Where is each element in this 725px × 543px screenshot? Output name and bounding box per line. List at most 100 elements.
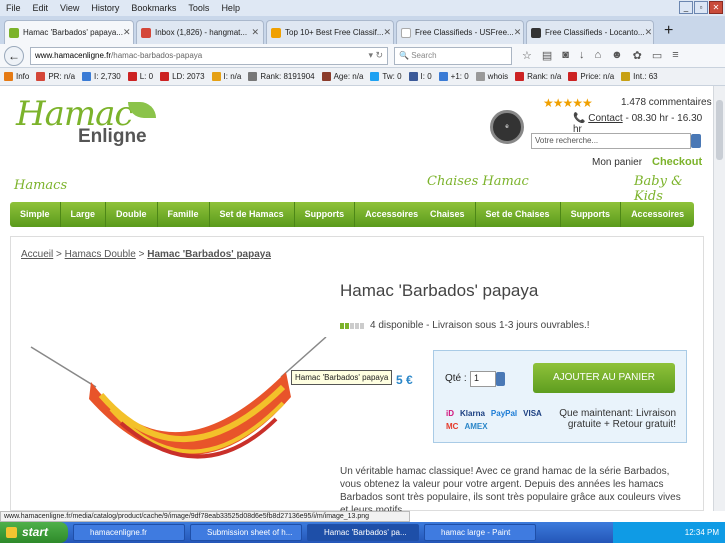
maximize-icon[interactable]: ▫ xyxy=(694,1,708,14)
minimize-icon[interactable]: _ xyxy=(679,1,693,14)
nav-supports-chaises[interactable]: Supports xyxy=(561,202,622,227)
menu-bookmarks[interactable]: Bookmarks xyxy=(125,3,182,13)
task-submission[interactable]: Submission sheet of h... xyxy=(190,524,302,541)
addon-item[interactable]: I: 2,730 xyxy=(82,72,121,81)
nav-chaises-item[interactable]: Chaises xyxy=(420,202,476,227)
nav-simple[interactable]: Simple xyxy=(10,202,61,227)
breadcrumb-home[interactable]: Accueil xyxy=(21,249,53,260)
quantity-spinner-icon[interactable] xyxy=(496,372,505,386)
task-firefox[interactable]: Hamac 'Barbados' pa... xyxy=(307,524,419,541)
addon-item[interactable]: Info xyxy=(4,72,29,81)
nav-large[interactable]: Large xyxy=(61,202,107,227)
addon-item[interactable]: Tw: 0 xyxy=(370,72,402,81)
quantity-input[interactable]: 1 xyxy=(470,371,496,387)
close-tab-icon[interactable]: ✕ xyxy=(645,27,653,38)
payment-logos: iD Klarna PayPal VISA MC AMEX xyxy=(444,408,544,432)
menu-help[interactable]: Help xyxy=(215,3,246,13)
chat-icon[interactable]: ☻ xyxy=(611,49,623,62)
menu-view[interactable]: View xyxy=(54,3,85,13)
nav-set-hamacs[interactable]: Set de Hamacs xyxy=(210,202,295,227)
addon-item[interactable]: Rank: n/a xyxy=(515,72,561,81)
tab-usfree[interactable]: Free Classifieds - USFree... ✕ xyxy=(396,20,524,44)
addon-item[interactable]: I: 0 xyxy=(408,72,432,81)
product-image[interactable] xyxy=(21,337,331,467)
close-tab-icon[interactable]: ✕ xyxy=(384,27,392,38)
addon-label: Info xyxy=(16,72,30,81)
pocket-icon[interactable]: ◙ xyxy=(562,49,569,62)
addon-item[interactable]: whois xyxy=(475,72,509,81)
search-submit-icon[interactable] xyxy=(691,134,701,148)
addon-item[interactable]: Rank: 8191904 xyxy=(248,72,315,81)
addon-item[interactable]: L: 0 xyxy=(127,72,154,81)
checkout-link[interactable]: Checkout xyxy=(652,156,702,168)
addon-item[interactable]: Age: n/a xyxy=(321,72,363,81)
tab-label: Free Classifieds - USFree... xyxy=(415,28,514,37)
menu-icon[interactable]: ≡ xyxy=(672,49,678,62)
tab-gmail[interactable]: Inbox (1,826) - hangmat... ✕ xyxy=(136,20,264,44)
download-icon[interactable]: ↓ xyxy=(579,49,585,62)
clock[interactable]: 12:34 PM xyxy=(685,528,719,537)
addon-label: L: 0 xyxy=(139,72,154,81)
sidebar-icon[interactable]: ▭ xyxy=(652,49,662,62)
nav-supports[interactable]: Supports xyxy=(295,202,356,227)
menu-history[interactable]: History xyxy=(85,3,125,13)
nav-double[interactable]: Double xyxy=(106,202,158,227)
gear-icon[interactable]: ✿ xyxy=(633,49,642,62)
quantity-label: Qté : xyxy=(445,373,467,384)
breadcrumb-current: Hamac 'Barbados' papaya xyxy=(147,249,271,260)
addon-label: Price: n/a xyxy=(580,72,615,81)
star-icon[interactable]: ☆ xyxy=(522,49,532,62)
stock-text: 4 disponible - Livraison sous 1-3 jours … xyxy=(370,320,590,331)
stock-bar xyxy=(360,322,364,329)
reload-icon[interactable]: ▾ ↻ xyxy=(368,50,383,61)
url-bar[interactable]: www.hamacenligne.fr/hamac-barbados-papay… xyxy=(30,46,388,65)
addon-item[interactable]: PR: n/a xyxy=(36,72,75,81)
close-tab-icon[interactable]: ✕ xyxy=(514,27,522,38)
addon-item[interactable]: LD: 2073 xyxy=(160,72,205,81)
contact-link[interactable]: Contact xyxy=(588,113,622,124)
nav-accessoires[interactable]: Accessoires xyxy=(355,202,428,227)
search-input[interactable]: 🔍 Search xyxy=(394,46,512,65)
reading-list-icon[interactable]: ▤ xyxy=(542,49,552,62)
addon-item[interactable]: Price: n/a xyxy=(568,72,614,81)
menu-file[interactable]: File xyxy=(0,3,27,13)
comments-count[interactable]: 1.478 commentaires xyxy=(621,97,712,108)
start-button[interactable]: start xyxy=(0,522,68,543)
back-arrow-icon[interactable]: ← xyxy=(4,45,24,66)
menu-bar: File Edit View History Bookmarks Tools H… xyxy=(0,0,725,16)
section-baby[interactable]: Baby & Kids xyxy=(634,174,713,204)
scrollbar[interactable] xyxy=(713,86,725,511)
url-path: /hamac-barbados-papaya xyxy=(111,51,203,60)
logo-enligne[interactable]: Enligne xyxy=(78,126,147,148)
nav-accessoires-chaises[interactable]: Accessoires xyxy=(621,202,694,227)
section-hamacs[interactable]: Hamacs xyxy=(14,178,67,193)
klarna-icon: Klarna xyxy=(460,409,485,418)
menu-edit[interactable]: Edit xyxy=(27,3,55,13)
scrollbar-thumb[interactable] xyxy=(716,100,723,160)
home-icon[interactable]: ⌂ xyxy=(594,49,601,62)
add-to-cart-button[interactable]: AJOUTER AU PANIER xyxy=(533,363,675,393)
nav-famille[interactable]: Famille xyxy=(158,202,210,227)
trusted-shops-seal-icon[interactable]: e xyxy=(490,110,524,144)
tab-locanto[interactable]: Free Classifieds - Locanto... ✕ xyxy=(526,20,654,44)
new-tab-icon[interactable]: + xyxy=(656,22,681,44)
addon-label: whois xyxy=(487,72,509,81)
close-tab-icon[interactable]: ✕ xyxy=(123,27,131,38)
tab-hamac[interactable]: Hamac 'Barbados' papaya... ✕ xyxy=(4,20,134,44)
cart-link[interactable]: Mon panier xyxy=(592,157,642,168)
image-tooltip: Hamac 'Barbados' papaya xyxy=(291,370,393,385)
close-icon[interactable]: ✕ xyxy=(709,1,723,14)
addon-item[interactable]: I: n/a xyxy=(211,72,241,81)
addon-item[interactable]: Int.: 63 xyxy=(621,72,658,81)
addon-item[interactable]: +1: 0 xyxy=(438,72,469,81)
site-search-input[interactable]: Votre recherche... xyxy=(531,133,691,149)
tab-top10[interactable]: Top 10+ Best Free Classif... ✕ xyxy=(266,20,394,44)
breadcrumb-category[interactable]: Hamacs Double xyxy=(65,249,136,260)
close-tab-icon[interactable]: ✕ xyxy=(251,27,259,38)
task-folder[interactable]: hamacenligne.fr xyxy=(73,524,185,541)
toolbar-icons: ☆ ▤ ◙ ↓ ⌂ ☻ ✿ ▭ ≡ xyxy=(522,49,679,62)
section-chaises[interactable]: Chaises Hamac xyxy=(427,174,529,189)
nav-set-chaises[interactable]: Set de Chaises xyxy=(476,202,561,227)
menu-tools[interactable]: Tools xyxy=(182,3,215,13)
task-paint[interactable]: hamac large - Paint xyxy=(424,524,536,541)
